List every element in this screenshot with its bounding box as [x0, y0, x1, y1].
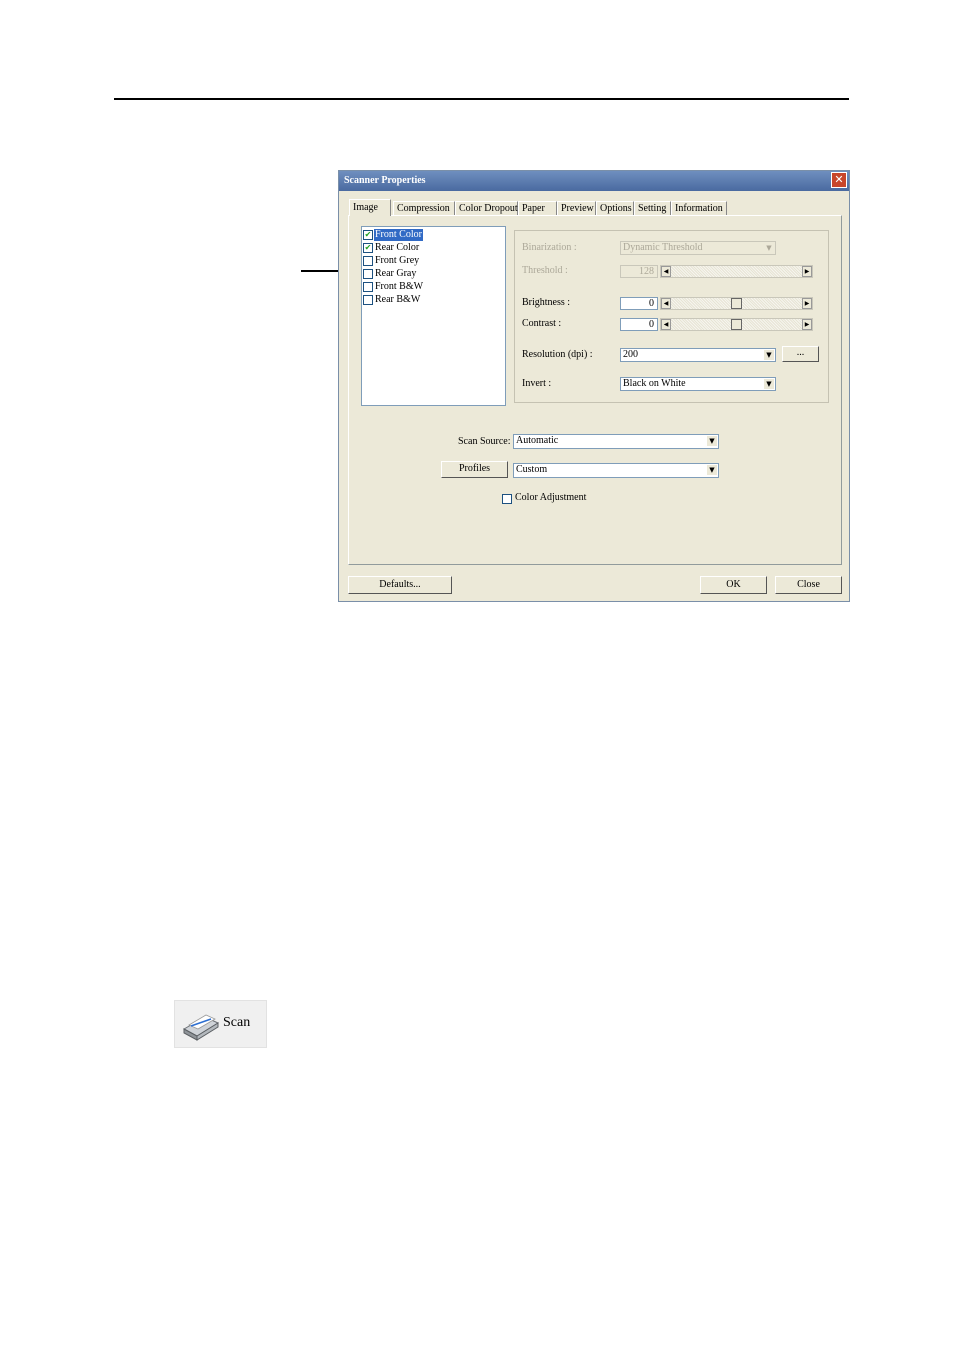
binarization-select[interactable]: Dynamic Threshold ▼	[620, 241, 776, 255]
list-item-rear-gray[interactable]: Rear Gray	[363, 268, 504, 280]
threshold-value[interactable]: 128	[620, 265, 658, 278]
brightness-label: Brightness :	[522, 297, 571, 308]
list-item-label: Front B&W	[375, 281, 424, 292]
invert-label: Invert :	[522, 378, 552, 389]
resolution-value: 200	[623, 349, 638, 360]
dropdown-arrow-icon: ▼	[764, 243, 774, 253]
resolution-more-button[interactable]: ...	[782, 346, 819, 362]
slider-right-arrow-icon[interactable]: ▶	[802, 298, 812, 309]
check-icon: ✔	[364, 230, 372, 239]
contrast-slider[interactable]: ◀ ▶	[660, 318, 813, 331]
checkbox[interactable]: ✔	[363, 230, 373, 240]
binarization-value: Dynamic Threshold	[623, 242, 703, 253]
slider-right-arrow-icon[interactable]: ▶	[802, 266, 812, 277]
dialog-title: Scanner Properties	[344, 175, 426, 186]
threshold-label: Threshold :	[522, 265, 568, 276]
slider-left-arrow-icon[interactable]: ◀	[661, 266, 671, 277]
tab-image[interactable]: Image	[349, 199, 391, 216]
list-item-label: Front Color	[374, 229, 423, 241]
dialog-titlebar[interactable]: Scanner Properties ✕	[339, 171, 849, 191]
dropdown-arrow-icon: ▼	[764, 379, 774, 389]
checkbox[interactable]	[363, 269, 373, 279]
color-adjustment-label: Color Adjustment	[515, 492, 587, 503]
defaults-button[interactable]: Defaults...	[348, 576, 452, 594]
scan-source-label: Scan Source:	[458, 436, 511, 447]
list-item-label: Rear B&W	[375, 294, 421, 305]
slider-left-arrow-icon[interactable]: ◀	[661, 298, 671, 309]
checkbox[interactable]	[363, 256, 373, 266]
profiles-button[interactable]: Profiles	[441, 461, 508, 478]
ok-button[interactable]: OK	[700, 576, 767, 594]
slider-right-arrow-icon[interactable]: ▶	[802, 319, 812, 330]
list-item-front-color[interactable]: ✔ Front Color	[363, 229, 504, 241]
resolution-select[interactable]: 200 ▼	[620, 348, 776, 362]
list-item-rear-bw[interactable]: Rear B&W	[363, 294, 504, 306]
dropdown-arrow-icon: ▼	[764, 350, 774, 360]
tab-options[interactable]: Options	[596, 201, 634, 215]
slider-left-arrow-icon[interactable]: ◀	[661, 319, 671, 330]
list-item-label: Front Grey	[375, 255, 420, 266]
resolution-label: Resolution (dpi) :	[522, 349, 593, 360]
slider-thumb[interactable]	[731, 298, 742, 309]
scan-source-value: Automatic	[516, 435, 559, 446]
profiles-select[interactable]: Custom ▼	[513, 463, 719, 478]
slider-thumb[interactable]	[731, 319, 742, 330]
check-icon: ✔	[364, 243, 372, 252]
list-item-rear-color[interactable]: ✔ Rear Color	[363, 242, 504, 254]
tab-information[interactable]: Information	[671, 201, 727, 215]
scan-source-select[interactable]: Automatic ▼	[513, 434, 719, 449]
threshold-slider[interactable]: ◀ ▶	[660, 265, 813, 278]
scanner-icon	[182, 1014, 220, 1041]
list-item-label: Rear Gray	[375, 268, 417, 279]
callout-line	[301, 270, 339, 272]
tab-compression[interactable]: Compression	[393, 201, 455, 215]
dropdown-arrow-icon: ▼	[707, 465, 717, 475]
invert-value: Black on White	[623, 378, 686, 389]
dropdown-arrow-icon: ▼	[707, 436, 717, 446]
close-button[interactable]: Close	[775, 576, 842, 594]
scan-button-label: Scan	[223, 1015, 251, 1030]
brightness-slider[interactable]: ◀ ▶	[660, 297, 813, 310]
checkbox[interactable]	[363, 282, 373, 292]
page-top-rule	[114, 98, 849, 100]
list-item-label: Rear Color	[375, 242, 420, 253]
contrast-value[interactable]: 0	[620, 318, 658, 331]
tab-paper[interactable]: Paper	[518, 201, 557, 215]
scan-button[interactable]: Scan	[174, 1000, 267, 1048]
tab-color-dropout[interactable]: Color Dropout	[455, 201, 518, 215]
checkbox[interactable]	[363, 295, 373, 305]
image-type-list: ✔ Front Color ✔ Rear Color Front Grey Rear…	[361, 226, 506, 406]
scanner-properties-dialog: Scanner Properties ✕ Image Compression C…	[338, 170, 850, 602]
binarization-label: Binarization :	[522, 242, 577, 253]
brightness-value[interactable]: 0	[620, 297, 658, 310]
tab-setting[interactable]: Setting	[634, 201, 671, 215]
invert-select[interactable]: Black on White ▼	[620, 377, 776, 391]
profiles-value: Custom	[516, 464, 548, 475]
tab-preview[interactable]: Preview	[557, 201, 596, 215]
close-icon[interactable]: ✕	[831, 172, 847, 188]
list-item-front-grey[interactable]: Front Grey	[363, 255, 504, 267]
color-adjustment-checkbox[interactable]	[502, 494, 512, 504]
contrast-label: Contrast :	[522, 318, 562, 329]
checkbox[interactable]: ✔	[363, 243, 373, 253]
list-item-front-bw[interactable]: Front B&W	[363, 281, 504, 293]
